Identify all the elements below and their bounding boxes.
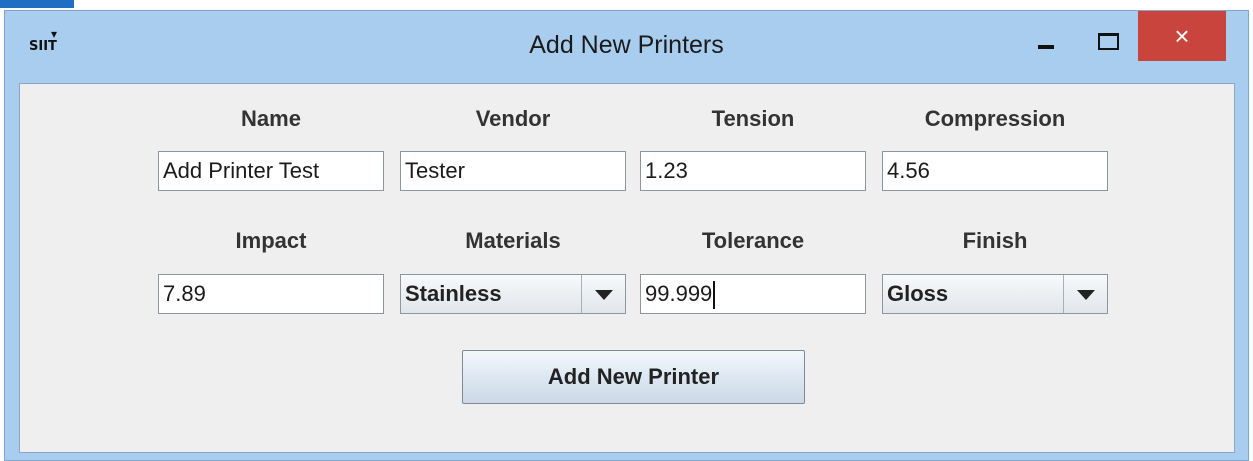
close-button[interactable]: × (1138, 11, 1226, 61)
compression-input[interactable]: 4.56 (882, 151, 1108, 191)
tolerance-input[interactable]: 99.999 (640, 274, 866, 314)
background-accent (0, 0, 74, 8)
tolerance-label: Tolerance (701, 228, 805, 253)
tension-label: Tension (711, 106, 795, 131)
maximize-icon (1098, 33, 1119, 50)
name-label: Name (241, 106, 301, 131)
text-caret (713, 281, 716, 310)
vendor-input[interactable]: Tester (400, 151, 626, 191)
materials-dropdown-button[interactable] (581, 275, 625, 313)
vendor-label: Vendor (475, 106, 551, 131)
tolerance-value: 99.999 (645, 281, 713, 306)
finish-label: Finish (962, 228, 1028, 253)
chevron-down-icon (595, 290, 613, 300)
dialog-window: SIIT ▾ Add New Printers × Name Vendor Te… (4, 10, 1249, 461)
minimize-button[interactable] (1027, 19, 1069, 57)
minimize-icon (1038, 45, 1054, 49)
add-new-printer-button[interactable]: Add New Printer (462, 350, 805, 404)
materials-selected-value: Stainless (405, 281, 502, 306)
chevron-down-icon (1077, 290, 1095, 300)
finish-dropdown-button[interactable] (1063, 275, 1107, 313)
title-bar[interactable]: SIIT ▾ Add New Printers × (5, 11, 1248, 81)
background-strip (0, 0, 1253, 10)
maximize-button[interactable] (1087, 19, 1129, 57)
name-input[interactable]: Add Printer Test (158, 151, 384, 191)
materials-select[interactable]: Stainless (400, 274, 626, 314)
impact-label: Impact (235, 228, 307, 253)
materials-label: Materials (465, 228, 561, 253)
close-icon: × (1174, 21, 1190, 51)
compression-label: Compression (924, 106, 1066, 131)
form-panel: Name Vendor Tension Compression Add Prin… (19, 83, 1235, 453)
finish-select[interactable]: Gloss (882, 274, 1108, 314)
finish-selected-value: Gloss (887, 281, 949, 306)
tension-input[interactable]: 1.23 (640, 151, 866, 191)
impact-input[interactable]: 7.89 (158, 274, 384, 314)
